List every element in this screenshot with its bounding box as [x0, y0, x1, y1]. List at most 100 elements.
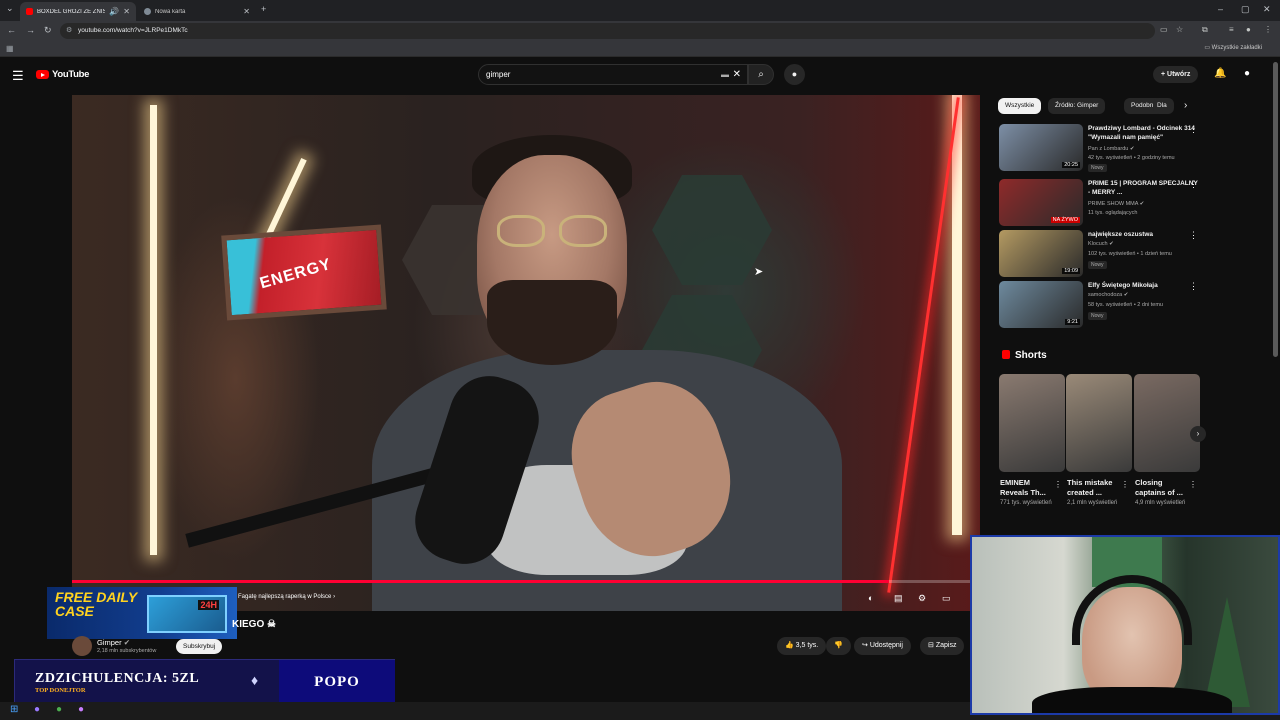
create-label: Utwórz [1167, 71, 1191, 78]
video-progress-bar[interactable] [72, 580, 980, 583]
menu-kebab-icon[interactable]: ⋮ [1264, 25, 1272, 34]
chip-for-you[interactable]: Dla [1153, 98, 1174, 114]
dislike-button[interactable]: 👎 [826, 637, 851, 655]
recommendation-channel[interactable]: Klocuch [1088, 241, 1108, 247]
notifications-bell-icon[interactable]: 🔔 [1214, 68, 1226, 79]
more-options-icon[interactable]: ⋮ [1189, 230, 1198, 241]
more-options-icon[interactable]: ⋮ [1189, 179, 1198, 190]
share-label: Udostępnij [869, 642, 903, 649]
recommendation-item[interactable]: 20:25 Prawdziwy Lombard - Odcinek 314 "W… [999, 124, 1204, 172]
create-button[interactable]: + Utwórz [1153, 66, 1199, 83]
recommendation-title[interactable]: PRIME 15 | PROGRAM SPECJALNY - MERRY ... [1088, 179, 1198, 197]
recommendation-title[interactable]: największe oszustwa [1088, 230, 1198, 239]
recommendation-item[interactable]: 9:21 Elfy Świętego Mikołaja samochodoza … [999, 281, 1204, 329]
browser-tab-active[interactable]: BOXDEL GROZI ŻE ZNISZCZ 🔊 ✕ [20, 2, 136, 21]
miniplayer-icon[interactable]: ▭ [942, 593, 951, 604]
account-avatar-icon[interactable]: ● [1244, 68, 1250, 79]
youtube-header: ☰ YouTube gimper ▬ ✕ ⌕ ● + Utwórz 🔔 ● [0, 57, 1272, 93]
address-bar[interactable]: ⚙ youtube.com/watch?v=JLRPe1DMkTc [60, 23, 1155, 39]
short-thumbnail[interactable] [1066, 374, 1132, 472]
settings-gear-icon[interactable]: ⚙ [918, 593, 926, 604]
site-info-icon[interactable]: ⚙ [66, 23, 72, 39]
more-options-icon[interactable]: ⋮ [1121, 480, 1129, 489]
short-title[interactable]: EMINEM Reveals Th... [1000, 478, 1056, 498]
browser-toolbar: ← → ↻ ⚙ youtube.com/watch?v=JLRPe1DMkTc … [0, 21, 1280, 41]
all-bookmarks-link[interactable]: ▭ Wszystkie zakładki [1204, 44, 1262, 51]
back-arrow-icon[interactable]: ← [7, 25, 16, 35]
keyboard-icon[interactable]: ▬ [721, 65, 729, 84]
chrome-icon[interactable]: ● [56, 704, 62, 715]
chips-next-chevron-icon[interactable]: › [1184, 100, 1187, 111]
recommendation-item[interactable]: NA ŻYWO PRIME 15 | PROGRAM SPECJALNY - M… [999, 179, 1204, 227]
recommendation-thumbnail[interactable]: 19:09 [999, 230, 1083, 277]
short-item[interactable]: This mistake created ... 2,1 mln wyświet… [1066, 374, 1132, 506]
cast-icon[interactable]: ▭ [1160, 25, 1168, 34]
youtube-logo[interactable]: YouTube [36, 69, 89, 80]
browser-tab-new[interactable]: Nowa karta ✕ [138, 2, 256, 21]
recommendation-channel[interactable]: PRIME SHOW MMA [1088, 201, 1138, 207]
free-daily-case-text: FREE DAILY CASE [55, 589, 137, 619]
short-title[interactable]: Closing captains of ... [1135, 478, 1191, 498]
extensions-icon[interactable]: ⧉ [1202, 25, 1208, 35]
bookmark-star-icon[interactable]: ☆ [1176, 25, 1183, 34]
media-icon[interactable]: ≡ [1229, 25, 1234, 34]
forward-arrow-icon[interactable]: → [26, 25, 35, 35]
search-button[interactable]: ⌕ [748, 64, 774, 85]
start-menu-icon[interactable]: ⊞ [10, 704, 18, 715]
recommendation-title[interactable]: Elfy Świętego Mikołaja [1088, 281, 1198, 290]
more-options-icon[interactable]: ⋮ [1054, 480, 1062, 489]
short-thumbnail[interactable] [999, 374, 1065, 472]
shorts-next-chevron-icon[interactable]: › [1190, 426, 1206, 442]
video-glasses-left [497, 215, 545, 247]
twitch-icon[interactable]: ● [78, 704, 84, 715]
video-player[interactable]: ENERGY ➤ ◐ ▤ ⚙ ▭ [72, 95, 980, 611]
recommendation-thumbnail[interactable]: 20:25 [999, 124, 1083, 171]
short-item[interactable]: EMINEM Reveals Th... 771 tys. wyświetleń… [999, 374, 1065, 506]
energy-sign: ENERGY [221, 224, 387, 321]
subtitles-icon[interactable]: ▤ [894, 593, 903, 604]
video-duration: 9:21 [1065, 319, 1080, 325]
tab-search-icon[interactable]: ⌄ [6, 3, 14, 14]
recommendation-meta: 58 tys. wyświetleń • 2 dni temu [1088, 302, 1163, 308]
subscribe-button[interactable]: Subskrybuj [176, 639, 223, 654]
profile-avatar-icon[interactable]: ● [1246, 25, 1251, 34]
chip-all[interactable]: Wszystkie [998, 98, 1042, 114]
short-thumbnail[interactable] [1134, 374, 1200, 472]
apps-grid-icon[interactable]: ▦ [6, 44, 14, 53]
thumbs-down-icon: 👎 [834, 642, 843, 649]
share-button[interactable]: ↪ Udostępnij [854, 637, 911, 655]
autoplay-toggle-icon[interactable]: ◐ [868, 593, 873, 603]
search-input[interactable]: gimper ▬ ✕ [478, 64, 748, 85]
save-button[interactable]: ⊟ Zapisz [920, 637, 965, 655]
hamburger-menu-icon[interactable]: ☰ [12, 68, 24, 84]
more-options-icon[interactable]: ⋮ [1189, 281, 1198, 292]
channel-name[interactable]: Gimper [97, 638, 122, 647]
recommendation-channel[interactable]: samochodoza [1088, 292, 1122, 298]
donation-alert: ZDZICHULENCJA: 5ZL TOP DONEJTOR ♦ POPO [14, 659, 395, 705]
short-item[interactable]: Closing captains of ... 4,9 mln wyświetl… [1134, 374, 1200, 506]
channel-avatar[interactable] [72, 636, 92, 656]
more-options-icon[interactable]: ⋮ [1189, 124, 1198, 135]
video-chip-link[interactable]: Fagatę najlepszą raperką w Polsce › [238, 594, 335, 600]
maximize-icon[interactable]: ▢ [1241, 4, 1250, 15]
window-close-icon[interactable]: ✕ [1263, 4, 1271, 15]
page-scrollbar[interactable] [1273, 62, 1278, 357]
recommendation-thumbnail[interactable]: 9:21 [999, 281, 1083, 328]
voice-search-button[interactable]: ● [784, 64, 805, 85]
recommendation-thumbnail[interactable]: NA ŻYWO [999, 179, 1083, 226]
short-views: 2,1 mln wyświetleń [1067, 500, 1118, 506]
reload-icon[interactable]: ↻ [44, 25, 52, 36]
like-button[interactable]: 👍 3,5 tys. [777, 637, 827, 655]
app-icon[interactable]: ● [34, 704, 40, 715]
minimize-icon[interactable]: – [1218, 4, 1223, 14]
short-title[interactable]: This mistake created ... [1067, 478, 1123, 498]
new-tab-plus-icon[interactable]: + [261, 4, 266, 14]
recommendation-item[interactable]: 19:09 największe oszustwa Klocuch ✔ 102 … [999, 230, 1204, 278]
tab-close-icon[interactable]: ✕ [243, 7, 250, 16]
more-options-icon[interactable]: ⋮ [1189, 480, 1197, 489]
tab-close-icon[interactable]: ✕ [123, 7, 130, 16]
chip-source-gimper[interactable]: Źródło: Gimper [1048, 98, 1106, 114]
recommendation-channel[interactable]: Pan z Lombardu [1088, 146, 1128, 152]
clear-search-icon[interactable]: ✕ [733, 65, 741, 84]
recommendation-title[interactable]: Prawdziwy Lombard - Odcinek 314 "Wymazal… [1088, 124, 1198, 142]
